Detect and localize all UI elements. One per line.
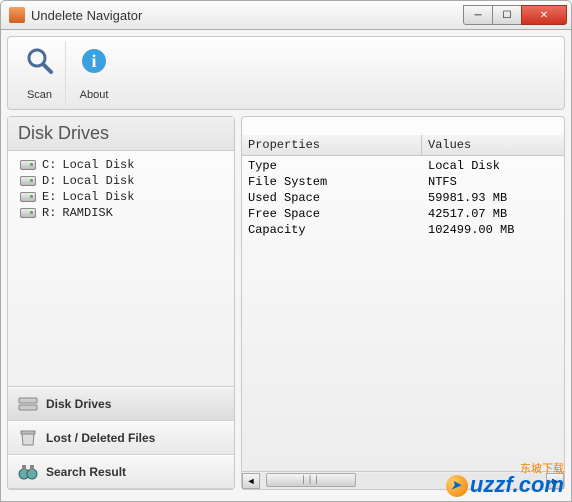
magnifier-icon: [24, 45, 56, 77]
maximize-button[interactable]: ☐: [492, 5, 522, 25]
drive-item[interactable]: C: Local Disk: [16, 157, 226, 173]
info-icon: i: [78, 45, 110, 77]
window-title: Undelete Navigator: [31, 8, 464, 23]
left-pane: Disk Drives C: Local Disk D: Local Disk …: [7, 116, 235, 490]
drive-stack-icon: [18, 396, 38, 412]
prop-key: Free Space: [248, 207, 428, 221]
properties-body: TypeLocal Disk File SystemNTFS Used Spac…: [242, 156, 564, 471]
window-buttons: ─ ☐ ✕: [464, 5, 567, 25]
drive-label: Local Disk: [62, 190, 134, 204]
table-row: Capacity102499.00 MB: [242, 222, 564, 238]
disk-drives-header: Disk Drives: [8, 117, 234, 151]
drive-list: C: Local Disk D: Local Disk E: Local Dis…: [8, 151, 234, 386]
prop-val: NTFS: [428, 175, 558, 189]
svg-text:i: i: [91, 51, 96, 71]
scroll-left-arrow[interactable]: ◄: [242, 473, 260, 489]
drive-letter: D:: [42, 174, 56, 188]
about-button[interactable]: i About: [68, 41, 120, 105]
nav-lost-deleted[interactable]: Lost / Deleted Files: [8, 421, 234, 455]
scroll-right-arrow[interactable]: ►: [546, 473, 564, 489]
drive-letter: E:: [42, 190, 56, 204]
prop-key: Capacity: [248, 223, 428, 237]
app-frame: Scan i About Disk Drives C: Local Disk D…: [0, 30, 572, 502]
binoculars-icon: [18, 464, 38, 480]
disk-icon: [20, 208, 36, 218]
prop-val: 102499.00 MB: [428, 223, 558, 237]
scan-button[interactable]: Scan: [14, 41, 66, 105]
drive-item[interactable]: D: Local Disk: [16, 173, 226, 189]
prop-val: Local Disk: [428, 159, 558, 173]
table-row: Used Space59981.93 MB: [242, 190, 564, 206]
nav-label: Lost / Deleted Files: [46, 431, 155, 445]
table-row: File SystemNTFS: [242, 174, 564, 190]
horizontal-scrollbar[interactable]: ◄ ∣∣∣ ►: [242, 471, 564, 489]
disk-icon: [20, 192, 36, 202]
col-properties[interactable]: Properties: [242, 135, 422, 155]
drive-label: Local Disk: [62, 158, 134, 172]
nav-label: Search Result: [46, 465, 126, 479]
minimize-button[interactable]: ─: [463, 5, 493, 25]
trash-icon: [18, 430, 38, 446]
prop-val: 59981.93 MB: [428, 191, 558, 205]
close-button[interactable]: ✕: [521, 5, 567, 25]
drive-label: RAMDISK: [62, 206, 112, 220]
disk-icon: [20, 176, 36, 186]
nav-label: Disk Drives: [46, 397, 111, 411]
prop-val: 42517.07 MB: [428, 207, 558, 221]
nav-disk-drives[interactable]: Disk Drives: [8, 387, 234, 421]
prop-key: Type: [248, 159, 428, 173]
col-values[interactable]: Values: [422, 135, 564, 155]
drive-item[interactable]: E: Local Disk: [16, 189, 226, 205]
table-row: TypeLocal Disk: [242, 158, 564, 174]
prop-key: Used Space: [248, 191, 428, 205]
drive-letter: C:: [42, 158, 56, 172]
titlebar: Undelete Navigator ─ ☐ ✕: [0, 0, 572, 30]
properties-header: Properties Values: [242, 135, 564, 156]
drive-item[interactable]: R: RAMDISK: [16, 205, 226, 221]
nav-search-result[interactable]: Search Result: [8, 455, 234, 489]
table-row: Free Space42517.07 MB: [242, 206, 564, 222]
about-label: About: [80, 89, 109, 101]
scan-label: Scan: [27, 89, 52, 101]
right-pane: Properties Values TypeLocal Disk File Sy…: [241, 116, 565, 490]
prop-key: File System: [248, 175, 428, 189]
toolbar: Scan i About: [7, 36, 565, 110]
scroll-track[interactable]: ∣∣∣: [260, 473, 546, 489]
app-icon: [9, 7, 25, 23]
drive-letter: R:: [42, 206, 56, 220]
nav-section: Disk Drives Lost / Deleted Files Search …: [8, 386, 234, 489]
drive-label: Local Disk: [62, 174, 134, 188]
disk-icon: [20, 160, 36, 170]
content-area: Disk Drives C: Local Disk D: Local Disk …: [7, 116, 565, 490]
scroll-thumb[interactable]: ∣∣∣: [266, 473, 356, 487]
